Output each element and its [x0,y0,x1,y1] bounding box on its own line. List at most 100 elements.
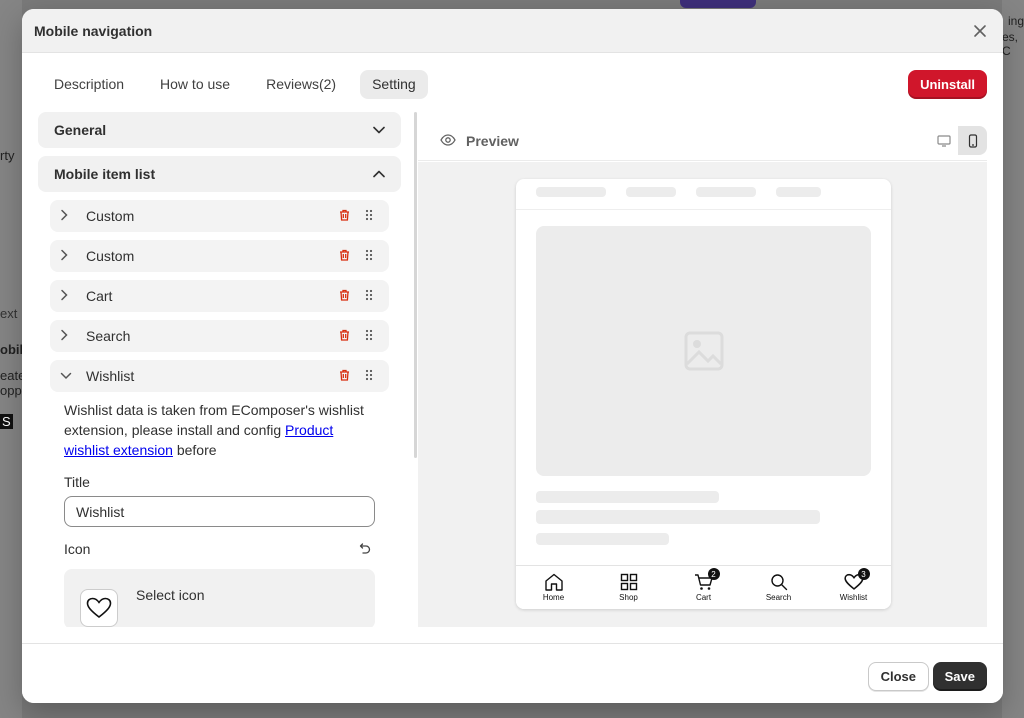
modal-footer: Close Save [22,643,1003,703]
list-item[interactable]: Search [50,320,389,352]
list-item[interactable]: Cart [50,280,389,312]
drag-handle-icon[interactable] [365,329,379,344]
nav-label: Cart [695,593,712,602]
cart-count-badge: 2 [707,568,720,580]
mobile-item-list-header[interactable]: Mobile item list [38,156,401,192]
chevron-right-icon[interactable] [60,289,76,304]
eye-icon [440,133,456,149]
select-icon-label: Select icon [136,587,205,603]
skeleton-bar [776,187,821,197]
skeleton-bar [536,187,606,197]
tab-setting[interactable]: Setting [360,69,428,99]
drag-handle-icon[interactable] [365,369,379,384]
chevron-down-icon[interactable] [60,369,76,383]
background-badge [680,0,756,8]
modal-title: Mobile navigation [34,22,153,39]
desktop-icon[interactable] [929,126,958,155]
save-button[interactable]: Save [932,662,987,691]
phone-preview: Home Shop 2 Cart Search 3 Wishlist [516,179,891,609]
tab-reviews[interactable]: Reviews(2) [254,70,348,99]
mobile-navigation-modal: Mobile navigation Description How to use… [22,9,1003,703]
select-icon-box[interactable]: Select icon [64,569,375,627]
general-section-label: General [54,122,107,138]
chevron-down-icon [373,123,385,137]
settings-panel: General Mobile item list Custom Custom C… [38,112,401,627]
bg-fragment: S [0,414,13,429]
nav-label: Search [765,593,792,602]
settings-scrollbar[interactable] [414,112,417,458]
chevron-right-icon[interactable] [60,249,76,264]
heart-icon [80,589,118,627]
close-button[interactable]: Close [867,662,929,691]
tab-how-to-use[interactable]: How to use [148,70,242,99]
grid-icon [620,573,637,591]
nav-item-shop[interactable]: Shop [591,566,666,609]
preview-header: Preview [418,121,987,161]
skeleton-line [536,510,820,524]
skeleton-line [536,491,719,503]
title-input[interactable]: Wishlist [64,496,375,527]
mobile-bottom-nav: Home Shop 2 Cart Search 3 Wishlist [516,565,891,609]
skeleton-line [536,533,669,545]
preview-label: Preview [466,132,519,149]
nav-label: Wishlist [839,593,868,602]
bg-fragment: opp [0,383,22,398]
list-item-label: Wishlist [86,368,135,384]
icon-label: Icon [64,541,91,557]
chevron-up-icon [373,167,385,181]
trash-icon[interactable] [339,329,353,344]
nav-item-home[interactable]: Home [516,566,591,609]
mobile-item-list: Custom Custom Cart Search Wishlist [38,200,401,392]
wishlist-detail: Wishlist data is taken from EComposer's … [38,400,401,627]
preview-area: Home Shop 2 Cart Search 3 Wishlist [418,162,987,627]
drag-handle-icon[interactable] [365,289,379,304]
nav-label: Shop [619,593,638,602]
list-item-label: Custom [86,208,135,224]
skeleton-bar [696,187,756,197]
device-toggle [929,126,987,155]
image-icon [684,331,723,371]
drag-handle-icon[interactable] [365,209,379,224]
icon-row: Icon [64,541,375,557]
trash-icon[interactable] [339,369,353,384]
list-item-label: Cart [86,288,113,304]
skeleton-header [516,179,891,210]
home-icon [544,573,563,591]
search-icon [770,574,787,591]
skeleton-bar [626,187,676,197]
list-item[interactable]: Custom [50,200,389,232]
list-item[interactable]: Custom [50,240,389,272]
background-left-strip: rty ext obile eate opp S [0,0,30,718]
close-icon[interactable] [969,20,991,42]
bg-fragment: rty [0,148,15,163]
bg-fragment: ing [1007,14,1024,28]
nav-item-search[interactable]: Search [741,566,816,609]
bg-fragment: ext [0,306,18,321]
tab-bar: Description How to use Reviews(2) Settin… [42,69,987,99]
trash-icon[interactable] [339,209,353,224]
chevron-right-icon[interactable] [60,209,76,224]
mobile-icon[interactable] [958,126,987,155]
image-placeholder [536,226,871,476]
uninstall-button[interactable]: Uninstall [908,69,987,99]
modal-header: Mobile navigation [22,9,1003,53]
trash-icon[interactable] [339,289,353,304]
wishlist-description: Wishlist data is taken from EComposer's … [64,400,375,460]
drag-handle-icon[interactable] [365,249,379,264]
title-label: Title [64,474,90,490]
nav-item-wishlist[interactable]: 3 Wishlist [816,566,891,609]
wishlist-count-badge: 3 [857,568,870,580]
chevron-right-icon[interactable] [60,329,76,344]
bg-fragment: es, C [1002,30,1019,58]
tab-description[interactable]: Description [42,70,136,99]
nav-item-cart[interactable]: 2 Cart [666,566,741,609]
reset-icon[interactable] [359,542,371,557]
list-item[interactable]: Wishlist [50,360,389,392]
background-right-strip: ing es, C [1002,0,1024,718]
nav-label: Home [542,593,565,602]
description-text-suffix: before [172,442,217,458]
mobile-item-list-label: Mobile item list [54,166,156,182]
list-item-label: Custom [86,248,135,264]
general-section-header[interactable]: General [38,112,401,148]
trash-icon[interactable] [339,249,353,264]
